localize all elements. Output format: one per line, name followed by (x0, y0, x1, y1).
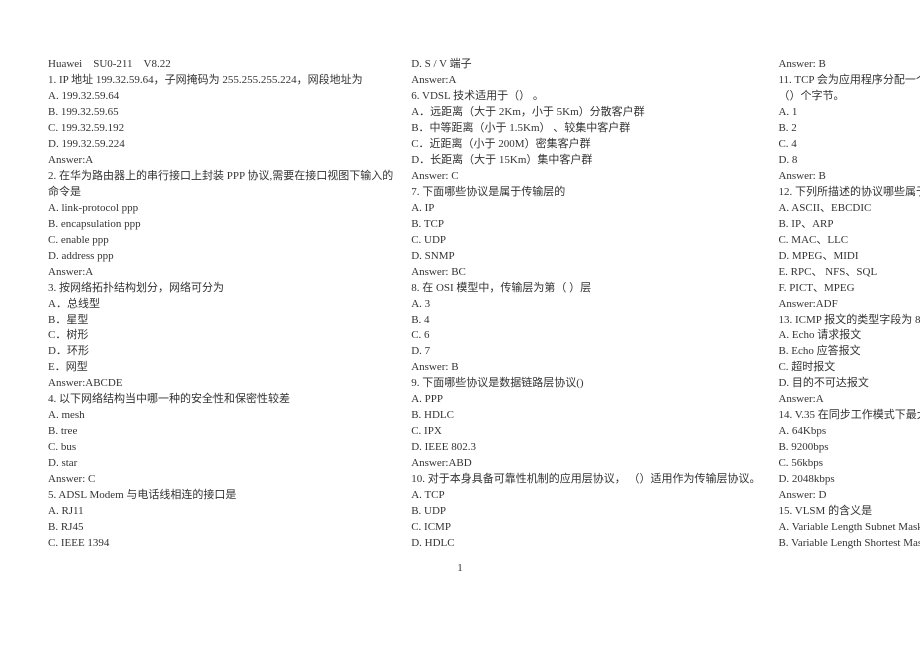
text-line: D. star (48, 454, 393, 470)
text-line: Answer:A (778, 390, 920, 406)
text-line: B. HDLC (411, 406, 760, 422)
column-1: Huawei SU0-211 V8.22 1. IP 地址 199.32.59.… (48, 55, 411, 550)
text-line: A. Echo 请求报文 (778, 326, 920, 342)
text-line: Answer: D (778, 486, 920, 502)
text-line: D. address ppp (48, 247, 393, 263)
text-line: B. 4 (411, 311, 760, 327)
text-line: Answer:ABCDE (48, 374, 393, 390)
text-line: B．中等距离（小于 1.5Km） 、较集中客户群 (411, 119, 760, 135)
text-line: Answer: C (411, 167, 760, 183)
text-line: A. mesh (48, 406, 393, 422)
text-line: C. 超时报文 (778, 358, 920, 374)
column-2: D. S / V 端子 Answer:A 6. VDSL 技术适用于（） 。 A… (411, 55, 778, 550)
text-line: B. 199.32.59.65 (48, 103, 393, 119)
text-line: E. RPC、 NFS、SQL (778, 263, 920, 279)
text-line: C. MAC、LLC (778, 231, 920, 247)
text-line: C. ICMP (411, 518, 760, 534)
text-line: D. IEEE 802.3 (411, 438, 760, 454)
text-line: 12. 下列所描述的协议哪些属于 OSI 参考模型表示层协议 (778, 183, 920, 199)
text-line: B．星型 (48, 311, 393, 327)
text-line: B. Echo 应答报文 (778, 342, 920, 358)
text-line: C. enable ppp (48, 231, 393, 247)
text-line: Answer:A (48, 263, 393, 279)
text-line: B. tree (48, 422, 393, 438)
text-line: 10. 对于本身具备可靠性机制的应用层协议， （）适用作为传输层协议。 (411, 470, 760, 486)
text-line: D. 7 (411, 342, 760, 358)
text-line: B. IP、ARP (778, 215, 920, 231)
text-line: 5. ADSL Modem 与电话线相连的接口是 (48, 486, 393, 502)
text-line: C. 6 (411, 326, 760, 342)
text-line: D. HDLC (411, 534, 760, 550)
text-line: 2. 在华为路由器上的串行接口上封装 PPP 协议,需要在接口视图下输入的 (48, 167, 393, 183)
text-line: D．长距离（大于 15Km）集中客户群 (411, 151, 760, 167)
text-line: 6. VDSL 技术适用于（） 。 (411, 87, 760, 103)
text-line: A. 1 (778, 103, 920, 119)
text-line: C. bus (48, 438, 393, 454)
text-line: （）个字节。 (778, 87, 920, 103)
text-line: D. 2048kbps (778, 470, 920, 486)
text-line: C．树形 (48, 326, 393, 342)
text-line: C. IEEE 1394 (48, 534, 393, 550)
text-line: A. 3 (411, 295, 760, 311)
text-line: 9. 下面哪些协议是数据链路层协议() (411, 374, 760, 390)
text-line: A. IP (411, 199, 760, 215)
text-line: D. 目的不可达报文 (778, 374, 920, 390)
text-line: A. ASCII、EBCDIC (778, 199, 920, 215)
text-line: 1. IP 地址 199.32.59.64，子网掩码为 255.255.255.… (48, 71, 393, 87)
text-line: A. RJ11 (48, 502, 393, 518)
text-line: F. PICT、MPEG (778, 279, 920, 295)
text-line: C．近距离（小于 200M）密集客户群 (411, 135, 760, 151)
text-line: A. link-protocol ppp (48, 199, 393, 215)
text-line: D. S / V 端子 (411, 55, 760, 71)
text-line: 7. 下面哪些协议是属于传输层的 (411, 183, 760, 199)
text-line: A. Variable Length Subnet Masking (778, 518, 920, 534)
text-line: 11. TCP 会为应用程序分配一个源端口号；TCP 报文头中的源端口号占用 (778, 71, 920, 87)
text-line: 命令是 (48, 183, 393, 199)
text-line: D. SNMP (411, 247, 760, 263)
text-line: B. 2 (778, 119, 920, 135)
text-line: Answer: B (778, 55, 920, 71)
text-line: Answer: B (778, 167, 920, 183)
text-line: D. MPEG、MIDI (778, 247, 920, 263)
text-line: B. encapsulation ppp (48, 215, 393, 231)
text-line: B. RJ45 (48, 518, 393, 534)
text-line: B. TCP (411, 215, 760, 231)
text-line: B. Variable Length Shortest Masking (778, 534, 920, 550)
text-line: Answer:A (48, 151, 393, 167)
text-line: A．总线型 (48, 295, 393, 311)
text-line: Answer: C (48, 470, 393, 486)
text-line: Answer: BC (411, 263, 760, 279)
text-line: D．环形 (48, 342, 393, 358)
page-number: 1 (0, 562, 920, 574)
text-line: D. 8 (778, 151, 920, 167)
text-line: C. UDP (411, 231, 760, 247)
text-line: Answer: B (411, 358, 760, 374)
column-3: Answer: B 11. TCP 会为应用程序分配一个源端口号；TCP 报文头… (778, 55, 920, 550)
text-line: 14. V.35 在同步工作模式下最大传输速率是 (778, 406, 920, 422)
text-line: A. 199.32.59.64 (48, 87, 393, 103)
text-line: Answer:ABD (411, 454, 760, 470)
text-line: 8. 在 OSI 模型中，传输层为第（ ）层 (411, 279, 760, 295)
text-line: Answer:A (411, 71, 760, 87)
text-line: 15. VLSM 的含义是 (778, 502, 920, 518)
text-line: C. 4 (778, 135, 920, 151)
text-line: 3. 按网络拓扑结构划分，网络可分为 (48, 279, 393, 295)
text-line: 4. 以下网络结构当中哪一种的安全性和保密性较差 (48, 390, 393, 406)
text-line: B. 9200bps (778, 438, 920, 454)
text-line: C. 56kbps (778, 454, 920, 470)
text-line: E．网型 (48, 358, 393, 374)
text-line: Answer:ADF (778, 295, 920, 311)
text-line: C. IPX (411, 422, 760, 438)
text-line: A. 64Kbps (778, 422, 920, 438)
text-line: D. 199.32.59.224 (48, 135, 393, 151)
text-line: C. 199.32.59.192 (48, 119, 393, 135)
text-line: A. PPP (411, 390, 760, 406)
text-line: 13. ICMP 报文的类型字段为 8、代码字段为 0，代表 ICMP（） 。 (778, 311, 920, 327)
doc-header: Huawei SU0-211 V8.22 (48, 55, 393, 71)
text-line: B. UDP (411, 502, 760, 518)
text-line: A．远距离（大于 2Km，小于 5Km）分散客户群 (411, 103, 760, 119)
text-line: A. TCP (411, 486, 760, 502)
